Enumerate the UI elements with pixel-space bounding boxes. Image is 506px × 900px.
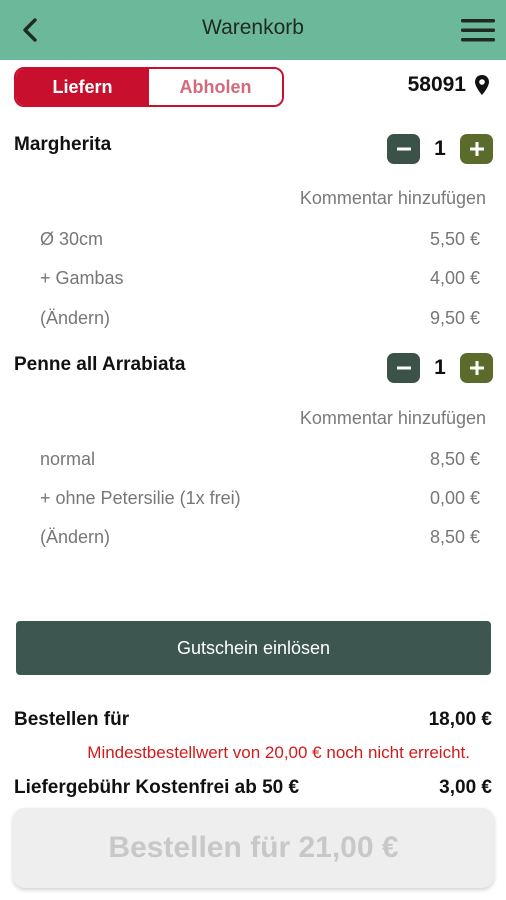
detail-price: 9,50 € bbox=[429, 308, 480, 328]
item-detail-row: (Ändern) 9,50 € bbox=[40, 308, 480, 329]
postcode-label: 58091 bbox=[407, 73, 466, 96]
decrease-quantity-button[interactable] bbox=[387, 134, 420, 164]
quantity-stepper: 1 bbox=[387, 353, 493, 383]
map-pin-icon bbox=[475, 75, 489, 95]
detail-price: 0,00 € bbox=[429, 488, 480, 508]
subtotal-value: 18,00 € bbox=[428, 709, 492, 730]
tab-liefern[interactable]: Liefern bbox=[16, 69, 149, 105]
location-selector[interactable]: 58091 bbox=[408, 73, 490, 97]
detail-price: 8,50 € bbox=[429, 527, 480, 547]
item-detail-row: + Gambas 4,00 € bbox=[40, 268, 480, 289]
quantity-value: 1 bbox=[434, 356, 446, 379]
item-detail-row: normal 8,50 € bbox=[40, 449, 480, 470]
detail-label: + Gambas bbox=[40, 268, 124, 288]
order-subtotal-row: Bestellen für 18,00 € bbox=[14, 709, 492, 731]
delivery-mode-toggle: Liefern Abholen bbox=[14, 67, 284, 107]
quantity-stepper: 1 bbox=[387, 134, 493, 164]
tab-abholen[interactable]: Abholen bbox=[149, 69, 282, 105]
detail-label: Ø 30cm bbox=[40, 229, 104, 249]
plus-icon bbox=[469, 142, 484, 156]
delivery-fee-value: 3,00 € bbox=[439, 777, 492, 798]
plus-icon bbox=[469, 361, 484, 375]
minus-icon bbox=[396, 147, 411, 151]
quantity-value: 1 bbox=[434, 137, 446, 160]
increase-quantity-button[interactable] bbox=[460, 353, 493, 383]
detail-label: normal bbox=[40, 449, 96, 469]
item-detail-row: (Ändern) 8,50 € bbox=[40, 527, 480, 548]
minimum-order-warning: Mindestbestellwert von 20,00 € noch nich… bbox=[87, 743, 470, 762]
cart-item-name: Penne all Arrabiata bbox=[14, 354, 186, 375]
delivery-fee-row: Liefergebühr Kostenfrei ab 50 € 3,00 € bbox=[14, 777, 492, 799]
change-item-link[interactable]: (Ändern) bbox=[40, 527, 110, 548]
item-detail-row: + ohne Petersilie (1x frei) 0,00 € bbox=[40, 488, 480, 509]
detail-label: + ohne Petersilie (1x frei) bbox=[40, 488, 241, 508]
menu-button[interactable] bbox=[460, 14, 496, 46]
detail-price: 5,50 € bbox=[429, 229, 480, 249]
hamburger-menu-icon bbox=[461, 19, 495, 42]
decrease-quantity-button[interactable] bbox=[387, 353, 420, 383]
app-header: Warenkorb bbox=[0, 0, 506, 60]
subtotal-label: Bestellen für bbox=[14, 709, 130, 730]
detail-price: 4,00 € bbox=[429, 268, 480, 288]
minus-icon bbox=[396, 366, 411, 370]
delivery-fee-label: Liefergebühr Kostenfrei ab 50 € bbox=[14, 777, 300, 798]
redeem-voucher-button[interactable]: Gutschein einlösen bbox=[16, 621, 491, 675]
page-title: Warenkorb bbox=[202, 16, 304, 39]
add-comment-link[interactable]: Kommentar hinzufügen bbox=[300, 408, 486, 429]
add-comment-link[interactable]: Kommentar hinzufügen bbox=[300, 188, 486, 209]
detail-price: 8,50 € bbox=[429, 449, 480, 469]
place-order-button[interactable]: Bestellen für 21,00 € bbox=[13, 808, 494, 888]
increase-quantity-button[interactable] bbox=[460, 134, 493, 164]
change-item-link[interactable]: (Ändern) bbox=[40, 308, 110, 329]
cart-item-name: Margherita bbox=[14, 134, 112, 155]
item-detail-row: Ø 30cm 5,50 € bbox=[40, 229, 480, 250]
